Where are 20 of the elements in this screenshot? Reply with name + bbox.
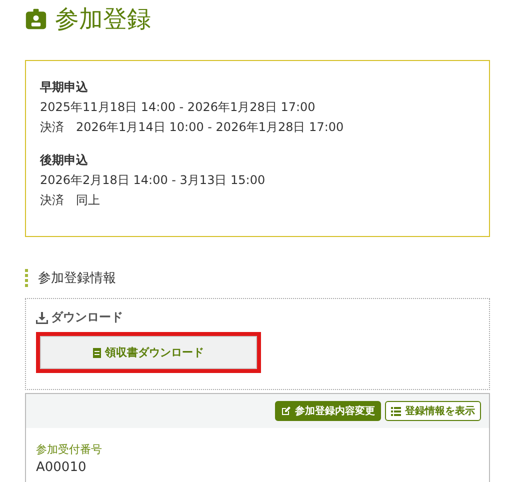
download-icon xyxy=(36,312,48,324)
field-value: A00010 xyxy=(36,460,88,475)
dotted-bar-icon xyxy=(25,269,28,287)
document-icon xyxy=(93,348,101,358)
period-heading: 後期申込 xyxy=(40,152,89,169)
id-badge-icon xyxy=(25,8,47,30)
period-dates: 決済 2026年1月14日 10:00 - 2026年1月28日 17:00 xyxy=(40,119,345,136)
field-label: 参加受付番号 xyxy=(36,442,103,457)
download-heading: ダウンロード xyxy=(51,309,123,326)
period-heading: 早期申込 xyxy=(40,79,89,96)
receipt-download-button[interactable]: 領収書ダウンロード xyxy=(40,336,257,369)
edit-registration-button[interactable]: 参加登録内容変更 xyxy=(275,401,381,421)
section-heading: 参加登録情報 xyxy=(38,270,116,287)
show-info-button[interactable]: 登録情報を表示 xyxy=(385,401,481,421)
edit-icon xyxy=(281,406,291,416)
list-icon xyxy=(391,406,401,416)
period-dates: 2026年2月18日 14:00 - 3月13日 15:00 xyxy=(40,172,266,189)
period-dates: 2025年11月18日 14:00 - 2026年1月28日 17:00 xyxy=(40,99,316,116)
page-title: 参加登録 xyxy=(55,4,151,35)
period-dates: 決済 同上 xyxy=(40,192,101,209)
